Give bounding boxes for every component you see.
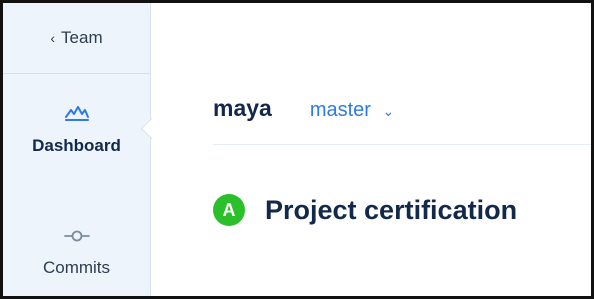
owner-name: maya [213,95,272,121]
app-window: ‹ Team Dashboard Commits maya master ⌄ A… [0,0,594,299]
chevron-left-icon: ‹ [50,30,56,46]
sidebar-item-commits[interactable]: Commits [3,229,150,278]
sidebar-item-label: Commits [42,258,111,277]
sidebar-item-dashboard[interactable]: Dashboard [3,105,150,156]
branch-selector[interactable]: master ⌄ [310,99,394,122]
sidebar-item-label: Dashboard [32,136,121,155]
main-content: maya master ⌄ A Project certification [151,3,591,296]
project-certification: A Project certification [213,194,517,226]
branch-label: master [309,99,371,121]
project-header: maya master ⌄ [213,95,394,122]
header-divider [213,144,591,145]
grade-badge: A [213,194,245,226]
sidebar: ‹ Team Dashboard Commits [3,3,151,296]
commit-icon [63,229,90,248]
certification-title: Project certification [265,194,518,225]
back-to-team-link[interactable]: ‹ Team [3,3,150,74]
chevron-down-icon: ⌄ [382,103,395,119]
dashboard-graph-icon [64,105,90,126]
back-label: Team [61,28,103,47]
